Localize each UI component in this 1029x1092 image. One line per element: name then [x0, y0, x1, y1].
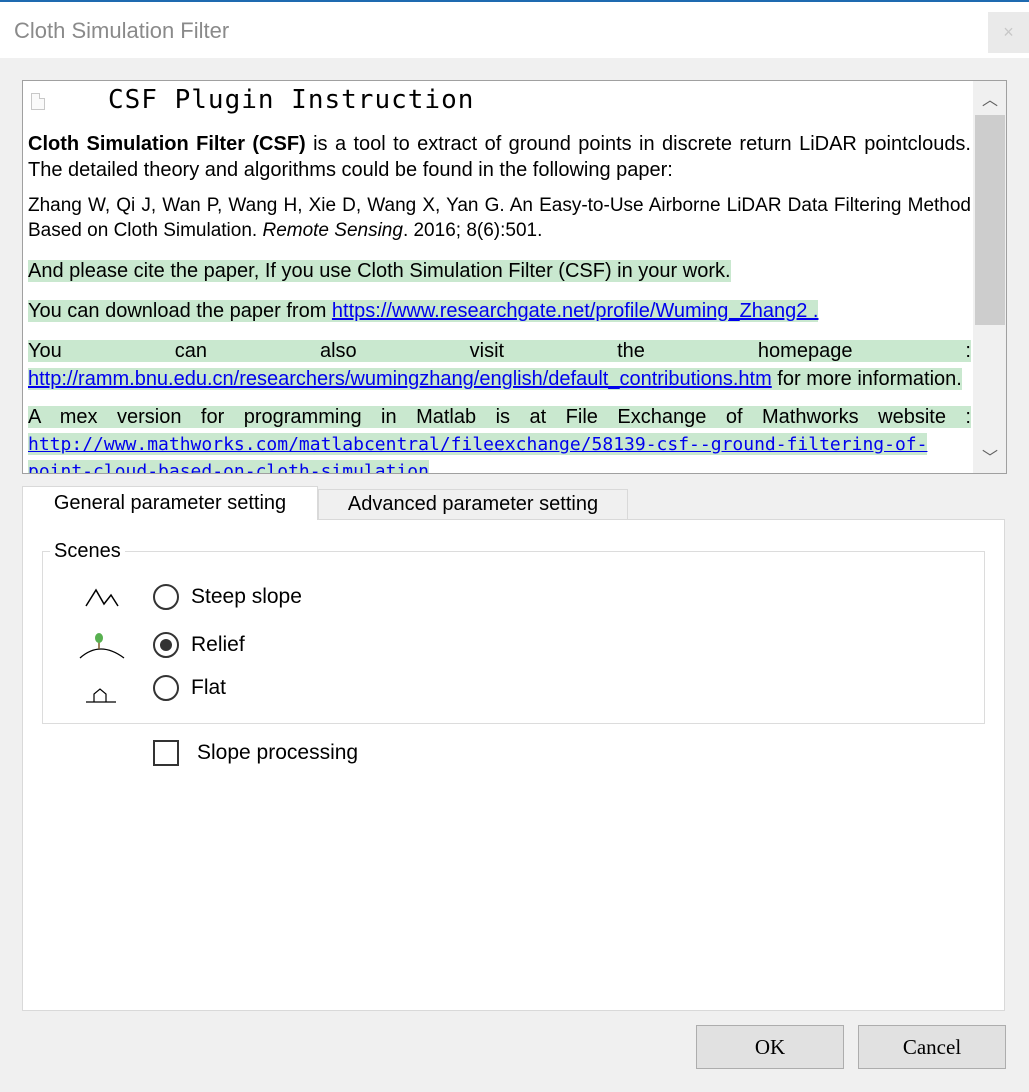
- flat-icon: [86, 688, 116, 703]
- homepage-text: You can also visit the homepage :: [28, 340, 971, 362]
- scroll-up-icon[interactable]: ︿: [973, 81, 1006, 115]
- intro-bold-name: Cloth Simulation Filter (CSF): [28, 133, 306, 155]
- instructions-content: CSF Plugin Instruction Cloth Simulation …: [28, 81, 971, 473]
- flat-radio-button[interactable]: [153, 675, 179, 701]
- citation-paragraph: Zhang W, Qi J, Wan P, Wang H, Xie D, Wan…: [28, 193, 971, 243]
- download-text: You can download the paper from: [28, 300, 332, 322]
- mex-text: A mex version for programming in Matlab …: [28, 406, 971, 428]
- steep-slope-icon: [85, 588, 119, 607]
- steep-slope-radio-button[interactable]: [153, 584, 179, 610]
- slope-processing-checkbox[interactable]: [153, 740, 179, 766]
- citation-journal: Remote Sensing: [262, 220, 403, 241]
- homepage-link[interactable]: http://ramm.bnu.edu.cn/researchers/wumin…: [28, 368, 772, 390]
- radio-steep-slope[interactable]: Steep slope: [153, 584, 302, 610]
- instructions-heading: CSF Plugin Instruction: [108, 85, 475, 115]
- cite-text: And please cite the paper, If you use Cl…: [28, 260, 731, 282]
- radio-relief[interactable]: Relief: [153, 632, 245, 658]
- tab-advanced-parameter-setting[interactable]: Advanced parameter setting: [318, 489, 628, 519]
- homepage-paragraph: You can also visit the homepage : http:/…: [28, 337, 971, 393]
- slope-processing-label: Slope processing: [197, 741, 359, 764]
- citation-volume: . 2016; 8(6):501.: [402, 220, 543, 241]
- close-button[interactable]: ×: [988, 12, 1029, 53]
- mathworks-link[interactable]: http://www.mathworks.com/matlabcentral/f…: [28, 434, 927, 473]
- radio-flat[interactable]: Flat: [153, 675, 226, 701]
- homepage-suffix: for more information.: [771, 368, 962, 390]
- cite-paragraph: And please cite the paper, If you use Cl…: [28, 257, 731, 285]
- scrollbar-thumb[interactable]: [975, 115, 1005, 325]
- flat-label: Flat: [191, 676, 227, 699]
- document-icon: [31, 93, 45, 110]
- title-bar: Cloth Simulation Filter: [0, 2, 1029, 58]
- researchgate-link[interactable]: https://www.researchgate.net/profile/Wum…: [332, 300, 819, 322]
- instructions-panel[interactable]: CSF Plugin Instruction Cloth Simulation …: [22, 80, 1007, 474]
- intro-paragraph: Cloth Simulation Filter (CSF) is a tool …: [28, 131, 971, 183]
- steep-slope-label: Steep slope: [191, 585, 302, 608]
- instructions-scrollbar[interactable]: ︿ ﹀: [973, 81, 1006, 473]
- mex-paragraph: A mex version for programming in Matlab …: [28, 404, 971, 473]
- scroll-down-icon[interactable]: ﹀: [973, 439, 1006, 473]
- cancel-button[interactable]: Cancel: [858, 1025, 1006, 1069]
- close-icon: ×: [1003, 22, 1014, 42]
- window-title: Cloth Simulation Filter: [14, 18, 230, 43]
- ok-button[interactable]: OK: [696, 1025, 844, 1069]
- scenes-group-title: Scenes: [50, 540, 125, 563]
- relief-radio-button[interactable]: [153, 632, 179, 658]
- relief-icon: [79, 633, 125, 659]
- download-paragraph: You can download the paper from https://…: [28, 297, 819, 325]
- relief-label: Relief: [191, 633, 245, 656]
- slope-processing-option[interactable]: Slope processing: [153, 740, 358, 766]
- tab-general-parameter-setting[interactable]: General parameter setting: [22, 486, 318, 520]
